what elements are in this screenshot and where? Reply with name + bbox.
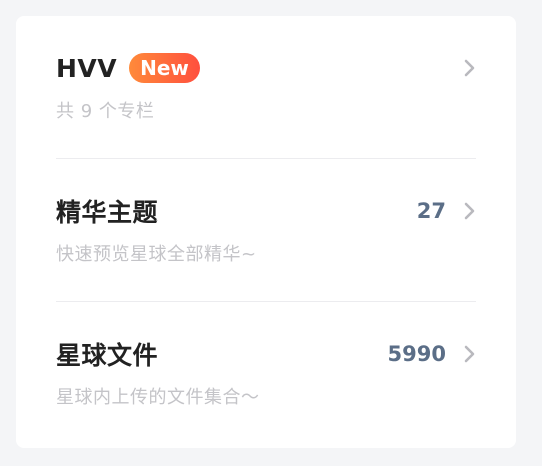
chevron-right-icon [464,59,475,77]
column-list-card: HVV New 共 9 个专栏 精华主题 27 快速预览星球全部精华~ 星球文件… [16,16,516,448]
list-item-hvv[interactable]: HVV New 共 9 个专栏 [56,16,476,159]
list-item-count: 5990 [387,342,446,366]
list-item-featured-topics[interactable]: 精华主题 27 快速预览星球全部精华~ [56,159,476,302]
list-item-subtitle: 快速预览星球全部精华~ [56,244,257,265]
list-item-planet-files[interactable]: 星球文件 5990 星球内上传的文件集合～ [56,302,476,445]
list-item-title: 星球文件 [56,341,159,370]
list-item-title-line: 精华主题 [56,194,476,228]
list-item-count: 27 [416,199,446,223]
list-item-right: 5990 [388,337,476,371]
list-item-right: 27 [417,194,476,228]
list-item-right [464,51,476,85]
chevron-right-icon [464,202,475,220]
new-badge: New [129,53,200,83]
chevron-right-icon [464,345,475,363]
list-item-title: 精华主题 [56,198,159,227]
list-item-title: HVV [56,53,118,83]
list-item-subtitle: 共 9 个专栏 [56,101,155,122]
list-item-title-line: HVV New [56,51,476,85]
list-item-subtitle: 星球内上传的文件集合～ [56,387,260,408]
